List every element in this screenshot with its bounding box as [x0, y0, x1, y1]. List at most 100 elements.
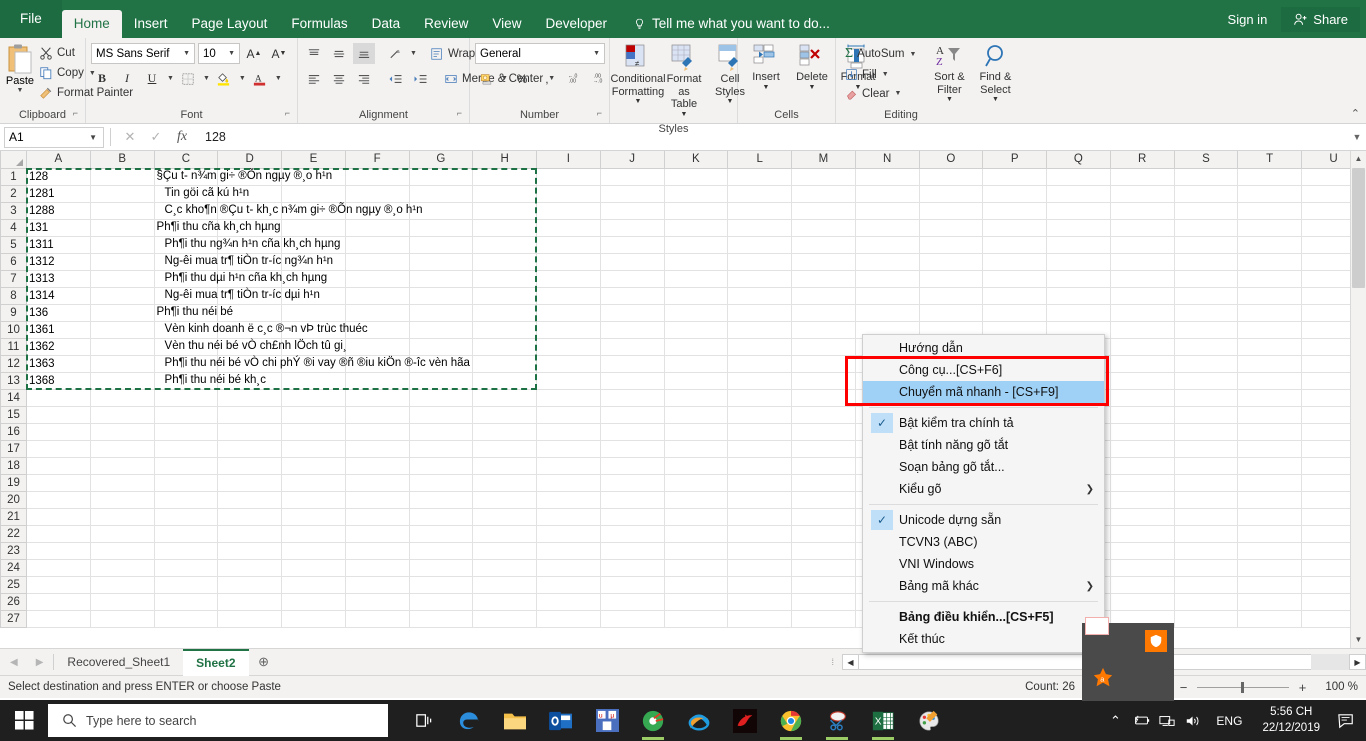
cell-R11[interactable] — [1109, 337, 1175, 356]
cell-P8[interactable] — [982, 286, 1048, 305]
cell-L1[interactable] — [727, 167, 793, 186]
number-dialog-launcher[interactable]: ⌐ — [597, 105, 602, 121]
cell-B1[interactable] — [89, 167, 155, 186]
cell-K17[interactable] — [663, 439, 729, 458]
scroll-down-arrow[interactable]: ▼ — [1351, 632, 1366, 648]
row-header-18[interactable]: 18 — [0, 456, 27, 475]
find-select-button[interactable]: Find & Select ▼ — [972, 41, 1018, 106]
cell-F22[interactable] — [344, 524, 410, 543]
cell-M19[interactable] — [791, 473, 856, 492]
cell-D25[interactable] — [217, 575, 283, 594]
cell-F6[interactable] — [344, 252, 410, 271]
cell-F25[interactable] — [344, 575, 410, 594]
insert-function-icon[interactable]: fx — [169, 129, 195, 145]
cell-I2[interactable] — [536, 184, 601, 203]
cell-M23[interactable] — [791, 541, 856, 560]
cell-A10[interactable]: 1361 — [25, 320, 91, 339]
cell-B27[interactable] — [89, 609, 155, 628]
number-format-arrow[interactable]: ▼ — [593, 50, 602, 57]
cell-F15[interactable] — [344, 405, 410, 424]
cell-N7[interactable] — [854, 269, 920, 288]
autosum-dropdown-arrow[interactable]: ▼ — [909, 51, 916, 58]
task-view-button[interactable] — [400, 700, 446, 741]
cell-G9[interactable] — [408, 303, 474, 322]
cell-S26[interactable] — [1173, 592, 1239, 611]
cell-K20[interactable] — [663, 490, 729, 509]
cell-K13[interactable] — [663, 371, 729, 390]
font-name-arrow[interactable]: ▼ — [183, 50, 192, 57]
cell-B21[interactable] — [89, 507, 155, 526]
cell-S25[interactable] — [1173, 575, 1239, 594]
cell-J15[interactable] — [599, 405, 665, 424]
cell-T21[interactable] — [1237, 507, 1303, 526]
cell-J7[interactable] — [599, 269, 665, 288]
cell-Q4[interactable] — [1046, 218, 1111, 237]
cell-J1[interactable] — [599, 167, 665, 186]
cell-A8[interactable]: 1314 — [25, 286, 91, 305]
cell-T7[interactable] — [1237, 269, 1303, 288]
cell-S4[interactable] — [1173, 218, 1239, 237]
cell-S21[interactable] — [1173, 507, 1239, 526]
cell-R3[interactable] — [1109, 201, 1175, 220]
column-header-j[interactable]: J — [599, 151, 665, 169]
row-header-10[interactable]: 10 — [0, 320, 27, 339]
orientation-dropdown-arrow[interactable]: ▼ — [410, 50, 417, 57]
cell-I19[interactable] — [536, 473, 601, 492]
cell-F20[interactable] — [344, 490, 410, 509]
cell-L12[interactable] — [727, 354, 793, 373]
cell-Q8[interactable] — [1046, 286, 1111, 305]
cell-N8[interactable] — [854, 286, 920, 305]
column-header-r[interactable]: R — [1109, 151, 1175, 169]
row-header-15[interactable]: 15 — [0, 405, 27, 424]
cell-S1[interactable] — [1173, 167, 1239, 186]
cell-R10[interactable] — [1109, 320, 1175, 339]
cell-E2[interactable] — [281, 184, 346, 203]
cell-B16[interactable] — [89, 422, 155, 441]
cell-E9[interactable] — [281, 303, 346, 322]
cell-J24[interactable] — [599, 558, 665, 577]
cell-M25[interactable] — [791, 575, 856, 594]
orientation-button[interactable]: a — [384, 43, 406, 64]
column-header-p[interactable]: P — [982, 151, 1048, 169]
row-header-27[interactable]: 27 — [0, 609, 27, 628]
cell-R12[interactable] — [1109, 354, 1175, 373]
cell-G20[interactable] — [408, 490, 474, 509]
cell-S16[interactable] — [1173, 422, 1239, 441]
cell-R21[interactable] — [1109, 507, 1175, 526]
cell-B18[interactable] — [89, 456, 155, 475]
cell-K1[interactable] — [663, 167, 729, 186]
row-header-11[interactable]: 11 — [0, 337, 27, 356]
cell-H11[interactable] — [472, 337, 538, 356]
cell-P1[interactable] — [982, 167, 1048, 186]
formula-input[interactable]: 128 — [195, 130, 1348, 144]
increase-indent-button[interactable] — [409, 68, 431, 89]
tab-page-layout[interactable]: Page Layout — [180, 10, 280, 38]
column-header-f[interactable]: F — [344, 151, 410, 169]
cell-R9[interactable] — [1109, 303, 1175, 322]
row-header-19[interactable]: 19 — [0, 473, 27, 492]
cell-M3[interactable] — [791, 201, 856, 220]
cell-C14[interactable] — [153, 388, 219, 407]
cell-T11[interactable] — [1237, 337, 1303, 356]
cell-O1[interactable] — [918, 167, 984, 186]
cell-I1[interactable] — [536, 167, 601, 186]
cell-C8[interactable]: Ng-êi mua tr¶ tiÒn tr-íc dµi h¹n — [153, 286, 320, 305]
row-header-20[interactable]: 20 — [0, 490, 27, 509]
cell-I8[interactable] — [536, 286, 601, 305]
cell-C20[interactable] — [153, 490, 219, 509]
cell-E14[interactable] — [281, 388, 346, 407]
cell-G4[interactable] — [408, 218, 474, 237]
cell-B11[interactable] — [89, 337, 155, 356]
cell-E15[interactable] — [281, 405, 346, 424]
cell-I3[interactable] — [536, 201, 601, 220]
cell-K22[interactable] — [663, 524, 729, 543]
row-header-23[interactable]: 23 — [0, 541, 27, 560]
row-header-9[interactable]: 9 — [0, 303, 27, 322]
cell-M11[interactable] — [791, 337, 856, 356]
name-box-arrow[interactable]: ▼ — [89, 133, 99, 142]
cell-T4[interactable] — [1237, 218, 1303, 237]
cell-A9[interactable]: 136 — [25, 303, 91, 322]
cell-L6[interactable] — [727, 252, 793, 271]
cell-L23[interactable] — [727, 541, 793, 560]
cell-C1[interactable]: §Çu t- n¾m gi÷ ®Õn ngµy ®¸o h¹n — [153, 167, 332, 186]
